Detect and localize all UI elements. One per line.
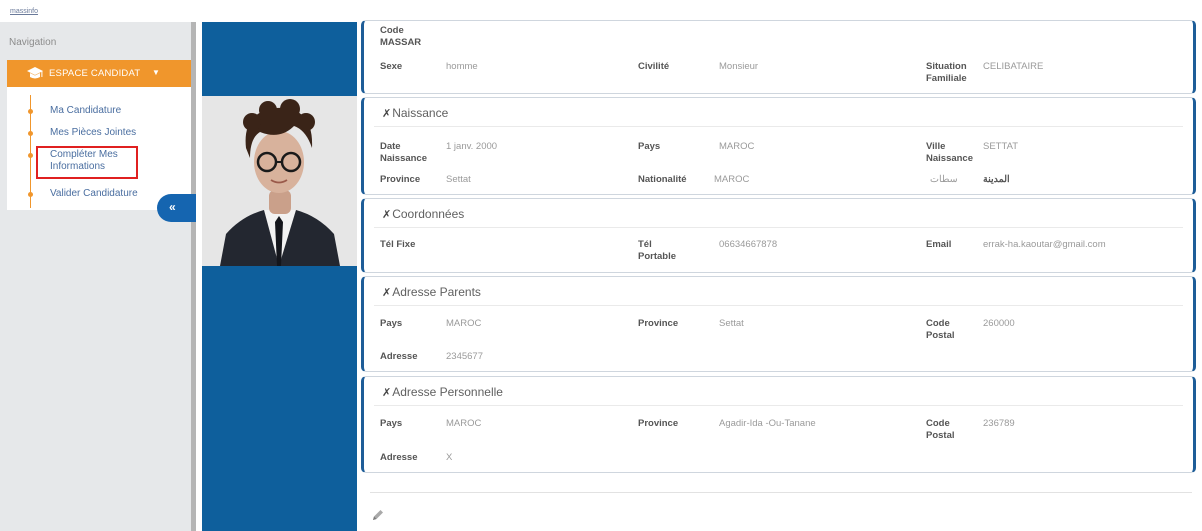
adresse-label: Adresse	[380, 452, 418, 463]
code-postal-value: 236789	[983, 418, 1015, 429]
pays-value: MAROC	[719, 141, 755, 152]
code-postal-label: Code Postal	[926, 318, 955, 341]
divider	[374, 227, 1183, 228]
code-postal-value: 260000	[983, 318, 1015, 329]
situation-familiale-label: Situation Familiale	[926, 61, 967, 84]
adresse-parents-header: ✗Adresse Parents	[382, 285, 481, 299]
date-naissance-label: Date Naissance	[380, 141, 428, 164]
top-bar: massinfo	[0, 0, 1202, 22]
adresse-personnelle-card: ✗Adresse Personnelle Pays MAROC Province…	[361, 376, 1196, 473]
pays-value: MAROC	[446, 418, 482, 429]
sidebar-item-mes-pieces-jointes[interactable]: Mes Pièces Jointes	[50, 127, 136, 139]
divider	[374, 126, 1183, 127]
navigation-title: Navigation	[9, 37, 57, 48]
identity-card: Code MASSAR Sexe homme Civilité Monsieur…	[361, 20, 1196, 94]
email-label: Email	[926, 239, 952, 250]
espace-candidat-menu[interactable]: ESPACE CANDIDAT ▼	[7, 60, 191, 87]
pin-icon: ✗	[382, 287, 392, 299]
chevron-down-icon: ▼	[152, 68, 160, 77]
province-value: Agadir-Ida -Ou-Tanane	[719, 418, 816, 429]
coordonnees-header: ✗Coordonnées	[382, 207, 464, 221]
divider	[374, 405, 1183, 406]
adresse-parents-card: ✗Adresse Parents Pays MAROC Province Set…	[361, 276, 1196, 372]
divider	[374, 305, 1183, 306]
adresse-personnelle-title: Adresse Personnelle	[392, 385, 503, 399]
pays-value: MAROC	[446, 318, 482, 329]
province-value: Settat	[719, 318, 744, 329]
code-postal-label: Code Postal	[926, 418, 955, 441]
coordonnees-title: Coordonnées	[392, 207, 465, 221]
pin-icon: ✗	[382, 209, 392, 221]
graduation-cap-icon	[26, 66, 44, 85]
pin-icon: ✗	[382, 108, 392, 120]
province-label: Province	[380, 174, 421, 185]
sexe-label: Sexe	[380, 61, 403, 72]
collapse-sidebar-button[interactable]: «	[157, 194, 196, 222]
pays-label: Pays	[380, 318, 403, 329]
adresse-parents-title: Adresse Parents	[392, 285, 481, 299]
ville-arabic-label: المدينة	[983, 174, 1010, 185]
code-massar-label: Code MASSAR	[380, 25, 422, 48]
coordonnees-card: ✗Coordonnées Tél Fixe Tél Portable 06634…	[361, 198, 1196, 273]
pencil-icon[interactable]	[371, 508, 385, 527]
sidebar-item-ma-candidature[interactable]: Ma Candidature	[50, 105, 121, 117]
sexe-value: homme	[446, 61, 478, 72]
tel-portable-label: Tél Portable	[638, 239, 677, 262]
highlight-box	[36, 146, 138, 179]
brand-link[interactable]: massinfo	[10, 8, 38, 15]
nationalite-value: MAROC	[714, 174, 750, 185]
menu-bullet-icon	[28, 131, 33, 136]
email-value: errak-ha.kaoutar@gmail.com	[983, 239, 1106, 250]
date-naissance-value: 1 janv. 2000	[446, 141, 498, 152]
sidebar-divider	[191, 22, 196, 531]
situation-familiale-value: CELIBATAIRE	[983, 61, 1044, 72]
adresse-personnelle-header: ✗Adresse Personnelle	[382, 385, 503, 399]
menu-bullet-icon	[28, 153, 33, 158]
tel-fixe-label: Tél Fixe	[380, 239, 416, 250]
pays-label: Pays	[380, 418, 403, 429]
naissance-header: ✗Naissance	[382, 106, 448, 120]
pin-icon: ✗	[382, 387, 392, 399]
ville-naissance-label: Ville Naissance	[926, 141, 974, 164]
civilite-value: Monsieur	[719, 61, 759, 72]
naissance-card: ✗Naissance Date Naissance 1 janv. 2000 P…	[361, 97, 1196, 195]
double-chevron-left-icon: «	[169, 200, 176, 214]
civilite-label: Civilité	[638, 61, 670, 72]
province-label: Province	[638, 418, 679, 429]
adresse-value: 2345677	[446, 351, 483, 362]
sidebar-item-valider-candidature[interactable]: Valider Candidature	[50, 188, 138, 200]
profile-photo	[202, 96, 357, 266]
adresse-value: X	[446, 452, 453, 463]
ville-naissance-value: SETTAT	[983, 141, 1019, 152]
pays-label: Pays	[638, 141, 661, 152]
menu-bullet-icon	[28, 109, 33, 114]
espace-candidat-label: ESPACE CANDIDAT	[49, 68, 141, 79]
nationalite-label: Nationalité	[638, 174, 687, 185]
province-value: Settat	[446, 174, 471, 185]
adresse-label: Adresse	[380, 351, 418, 362]
province-label: Province	[638, 318, 679, 329]
menu-bullet-icon	[28, 192, 33, 197]
ville-arabic-value: سطات	[930, 174, 958, 185]
tel-portable-value: 06634667878	[719, 239, 778, 250]
naissance-title: Naissance	[392, 106, 449, 120]
footer-divider	[370, 492, 1192, 493]
